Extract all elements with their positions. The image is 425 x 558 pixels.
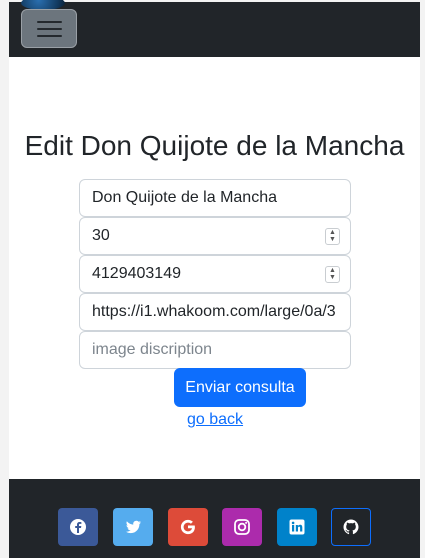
instagram-icon — [234, 519, 250, 535]
facebook-button[interactable] — [58, 508, 98, 546]
phone-input[interactable]: 4129403149 ▲ ▼ — [79, 255, 351, 293]
github-button[interactable] — [331, 508, 371, 546]
age-input[interactable]: 30 ▲ ▼ — [79, 217, 351, 255]
github-icon — [343, 519, 359, 535]
number-spinner-icon[interactable]: ▲ ▼ — [325, 266, 340, 283]
phone-input-value: 4129403149 — [92, 265, 181, 282]
linkedin-button[interactable] — [277, 508, 317, 546]
page-frame: Edit Don Quijote de la Mancha Don Quijot… — [9, 0, 420, 558]
navbar-toggle-button[interactable] — [21, 9, 77, 48]
age-input-value: 30 — [92, 227, 110, 244]
twitter-icon — [126, 520, 141, 534]
navbar — [9, 0, 420, 57]
facebook-icon — [70, 519, 86, 535]
page-title: Edit Don Quijote de la Mancha — [24, 130, 405, 161]
footer — [9, 479, 420, 558]
google-button[interactable] — [168, 508, 208, 546]
linkedin-icon — [289, 519, 305, 535]
image-description-input[interactable]: image discription — [79, 331, 351, 369]
name-input[interactable]: Don Quijote de la Mancha — [79, 179, 351, 217]
instagram-button[interactable] — [222, 508, 262, 546]
image-url-input[interactable]: https://i1.whakoom.com/large/0a/3 — [79, 293, 351, 331]
name-input-value: Don Quijote de la Mancha — [92, 189, 277, 206]
image-description-placeholder: image discription — [92, 341, 213, 358]
twitter-button[interactable] — [113, 508, 153, 546]
image-url-input-value: https://i1.whakoom.com/large/0a/3 — [92, 303, 336, 320]
submit-button[interactable]: Enviar consulta — [174, 368, 306, 407]
number-spinner-icon[interactable]: ▲ ▼ — [325, 228, 340, 245]
go-back-link[interactable]: go back — [187, 410, 243, 430]
google-icon — [180, 519, 195, 535]
